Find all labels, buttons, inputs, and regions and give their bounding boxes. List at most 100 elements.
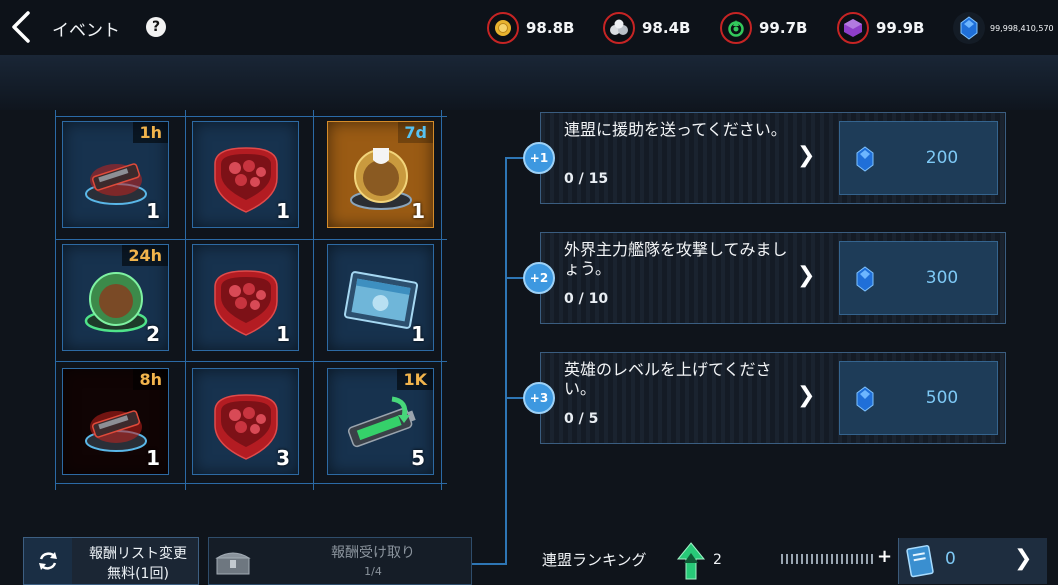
mission-step-badge: +2 [523, 262, 555, 294]
mission-card[interactable]: 英雄のレベルを上げてください。 0 / 5 ❯ 500 [540, 352, 1006, 444]
refresh-icon[interactable] [24, 538, 72, 584]
reward-quantity: 5 [411, 446, 425, 470]
back-button[interactable] [8, 10, 38, 44]
grid-line [55, 239, 447, 240]
duration-badge: 7d [398, 122, 433, 143]
reward-item-shield-booster[interactable]: 7d 1 [327, 121, 434, 228]
reward-quantity: 1 [146, 446, 160, 470]
green-dome-booster-icon [84, 272, 148, 333]
resource-gold-value: 98.8B [526, 19, 575, 37]
blue-gem-icon [953, 12, 985, 44]
mission-reward: 200 [839, 121, 998, 195]
red-gem-chest-icon [214, 394, 278, 460]
resource-gem-value: 99,998,410,570 [990, 23, 1054, 33]
mission-reward-amount: 200 [925, 148, 959, 168]
duration-badge: 8h [133, 369, 168, 390]
mission-card[interactable]: 外界主力艦隊を攻撃してみましょう。 0 / 10 ❯ 300 [540, 232, 1006, 324]
top-bar: イベント ? 98.8B 98.4B 99.7B 99.9B 99,998,41… [0, 0, 1058, 55]
reward-quantity: 3 [276, 446, 290, 470]
mission-progress: 0 / 15 [564, 171, 609, 187]
alliance-ranking-value: 2 [713, 552, 722, 568]
mission-reward-amount: 300 [925, 268, 959, 288]
grid-line [185, 110, 186, 490]
refresh-label: 報酬リスト変更 [89, 546, 187, 562]
resource-gem[interactable]: 99,998,410,570 [953, 12, 1054, 44]
claim-label: 報酬受け取り [331, 545, 415, 561]
ticket-count: 0 [945, 549, 956, 569]
mission-description: 外界主力艦隊を攻撃してみましょう。 [564, 240, 788, 278]
amount-badge: 1K [397, 369, 433, 390]
mission-progress: 0 / 5 [564, 411, 599, 427]
ticket-button[interactable]: 0 ❯ [898, 538, 1047, 584]
claim-progress: 1/4 [364, 565, 382, 578]
alliance-ranking-label[interactable]: 連盟ランキング [542, 549, 647, 570]
mission-reward: 500 [839, 361, 998, 435]
grid-line [55, 361, 447, 362]
shield-booster-icon [350, 148, 412, 210]
chest-icon [215, 552, 251, 575]
mission-connector [505, 157, 507, 564]
red-gem-chest-icon [214, 270, 278, 336]
resource-gas[interactable]: 99.7B [720, 12, 807, 44]
red-gem-chest-icon [214, 147, 278, 213]
blue-gem-icon [856, 146, 874, 172]
reward-quantity: 1 [411, 199, 425, 223]
reward-quantity: 2 [146, 322, 160, 346]
grid-line [55, 110, 56, 490]
reward-quantity: 1 [276, 322, 290, 346]
grid-line [441, 110, 442, 490]
rank-chevron-icon [676, 542, 706, 580]
mission-connector [472, 563, 507, 565]
reward-item-warship-blueprint[interactable]: 1h 1 [62, 121, 169, 228]
duration-badge: 1h [133, 122, 168, 143]
reward-quantity: 1 [146, 199, 160, 223]
reward-quantity: 1 [411, 322, 425, 346]
exp-battery-icon [347, 396, 416, 448]
applicant-card-icon [343, 271, 419, 329]
help-button[interactable]: ? [146, 17, 166, 37]
warship-blueprint-icon [85, 410, 147, 452]
blue-gem-icon [856, 266, 874, 292]
grid-line [313, 110, 314, 490]
claim-reward-button[interactable]: 報酬受け取り 1/4 [208, 537, 472, 585]
reward-item-red-gem-chest[interactable]: 1 [192, 121, 299, 228]
mission-step-badge: +3 [523, 382, 555, 414]
mission-step-badge: +1 [523, 142, 555, 174]
header-backdrop [0, 55, 1058, 110]
mission-reward-amount: 500 [925, 388, 959, 408]
mission-progress: 0 / 10 [564, 291, 609, 307]
mission-description: 英雄のレベルを上げてください。 [564, 360, 772, 398]
mission-card[interactable]: 連盟に援助を送ってください。 0 / 15 ❯ 200 [540, 112, 1006, 204]
reward-quantity: 1 [276, 199, 290, 223]
chevron-right-icon[interactable]: ❯ [797, 263, 815, 288]
reward-item-warship-blueprint[interactable]: 8h 1 [62, 368, 169, 475]
grid-line [55, 483, 447, 484]
add-ticket-button[interactable]: + [877, 546, 892, 567]
resource-gas-value: 99.7B [759, 19, 808, 37]
crystal-icon [837, 12, 869, 44]
refresh-reward-list-button[interactable]: 報酬リスト変更 無料(1回) [23, 537, 199, 585]
reward-item-exp-battery[interactable]: 1K 5 [327, 368, 434, 475]
grid-line [55, 116, 447, 117]
page-title: イベント [52, 21, 120, 41]
resource-gold[interactable]: 98.8B [487, 12, 574, 44]
mission-description: 連盟に援助を送ってください。 [564, 120, 787, 139]
ticket-meter [781, 554, 874, 564]
gas-icon [720, 12, 752, 44]
chevron-right-icon[interactable]: ❯ [1014, 546, 1032, 571]
blue-gem-icon [856, 386, 874, 412]
resource-crystal[interactable]: 99.9B [837, 12, 924, 44]
refresh-cost-label: 無料(1回) [107, 566, 169, 582]
warship-blueprint-icon [85, 163, 147, 205]
reward-item-green-dome-booster[interactable]: 24h 2 [62, 244, 169, 351]
chevron-left-icon [12, 11, 30, 43]
reward-item-red-gem-chest[interactable]: 1 [192, 244, 299, 351]
chevron-right-icon[interactable]: ❯ [797, 143, 815, 168]
resource-crystal-value: 99.9B [876, 19, 925, 37]
reward-item-applicant-card[interactable]: 1 [327, 244, 434, 351]
resource-ore[interactable]: 98.4B [603, 12, 690, 44]
reward-item-red-gem-chest[interactable]: 3 [192, 368, 299, 475]
resource-ore-value: 98.4B [642, 19, 691, 37]
ticket-book-icon [906, 545, 934, 578]
chevron-right-icon[interactable]: ❯ [797, 383, 815, 408]
